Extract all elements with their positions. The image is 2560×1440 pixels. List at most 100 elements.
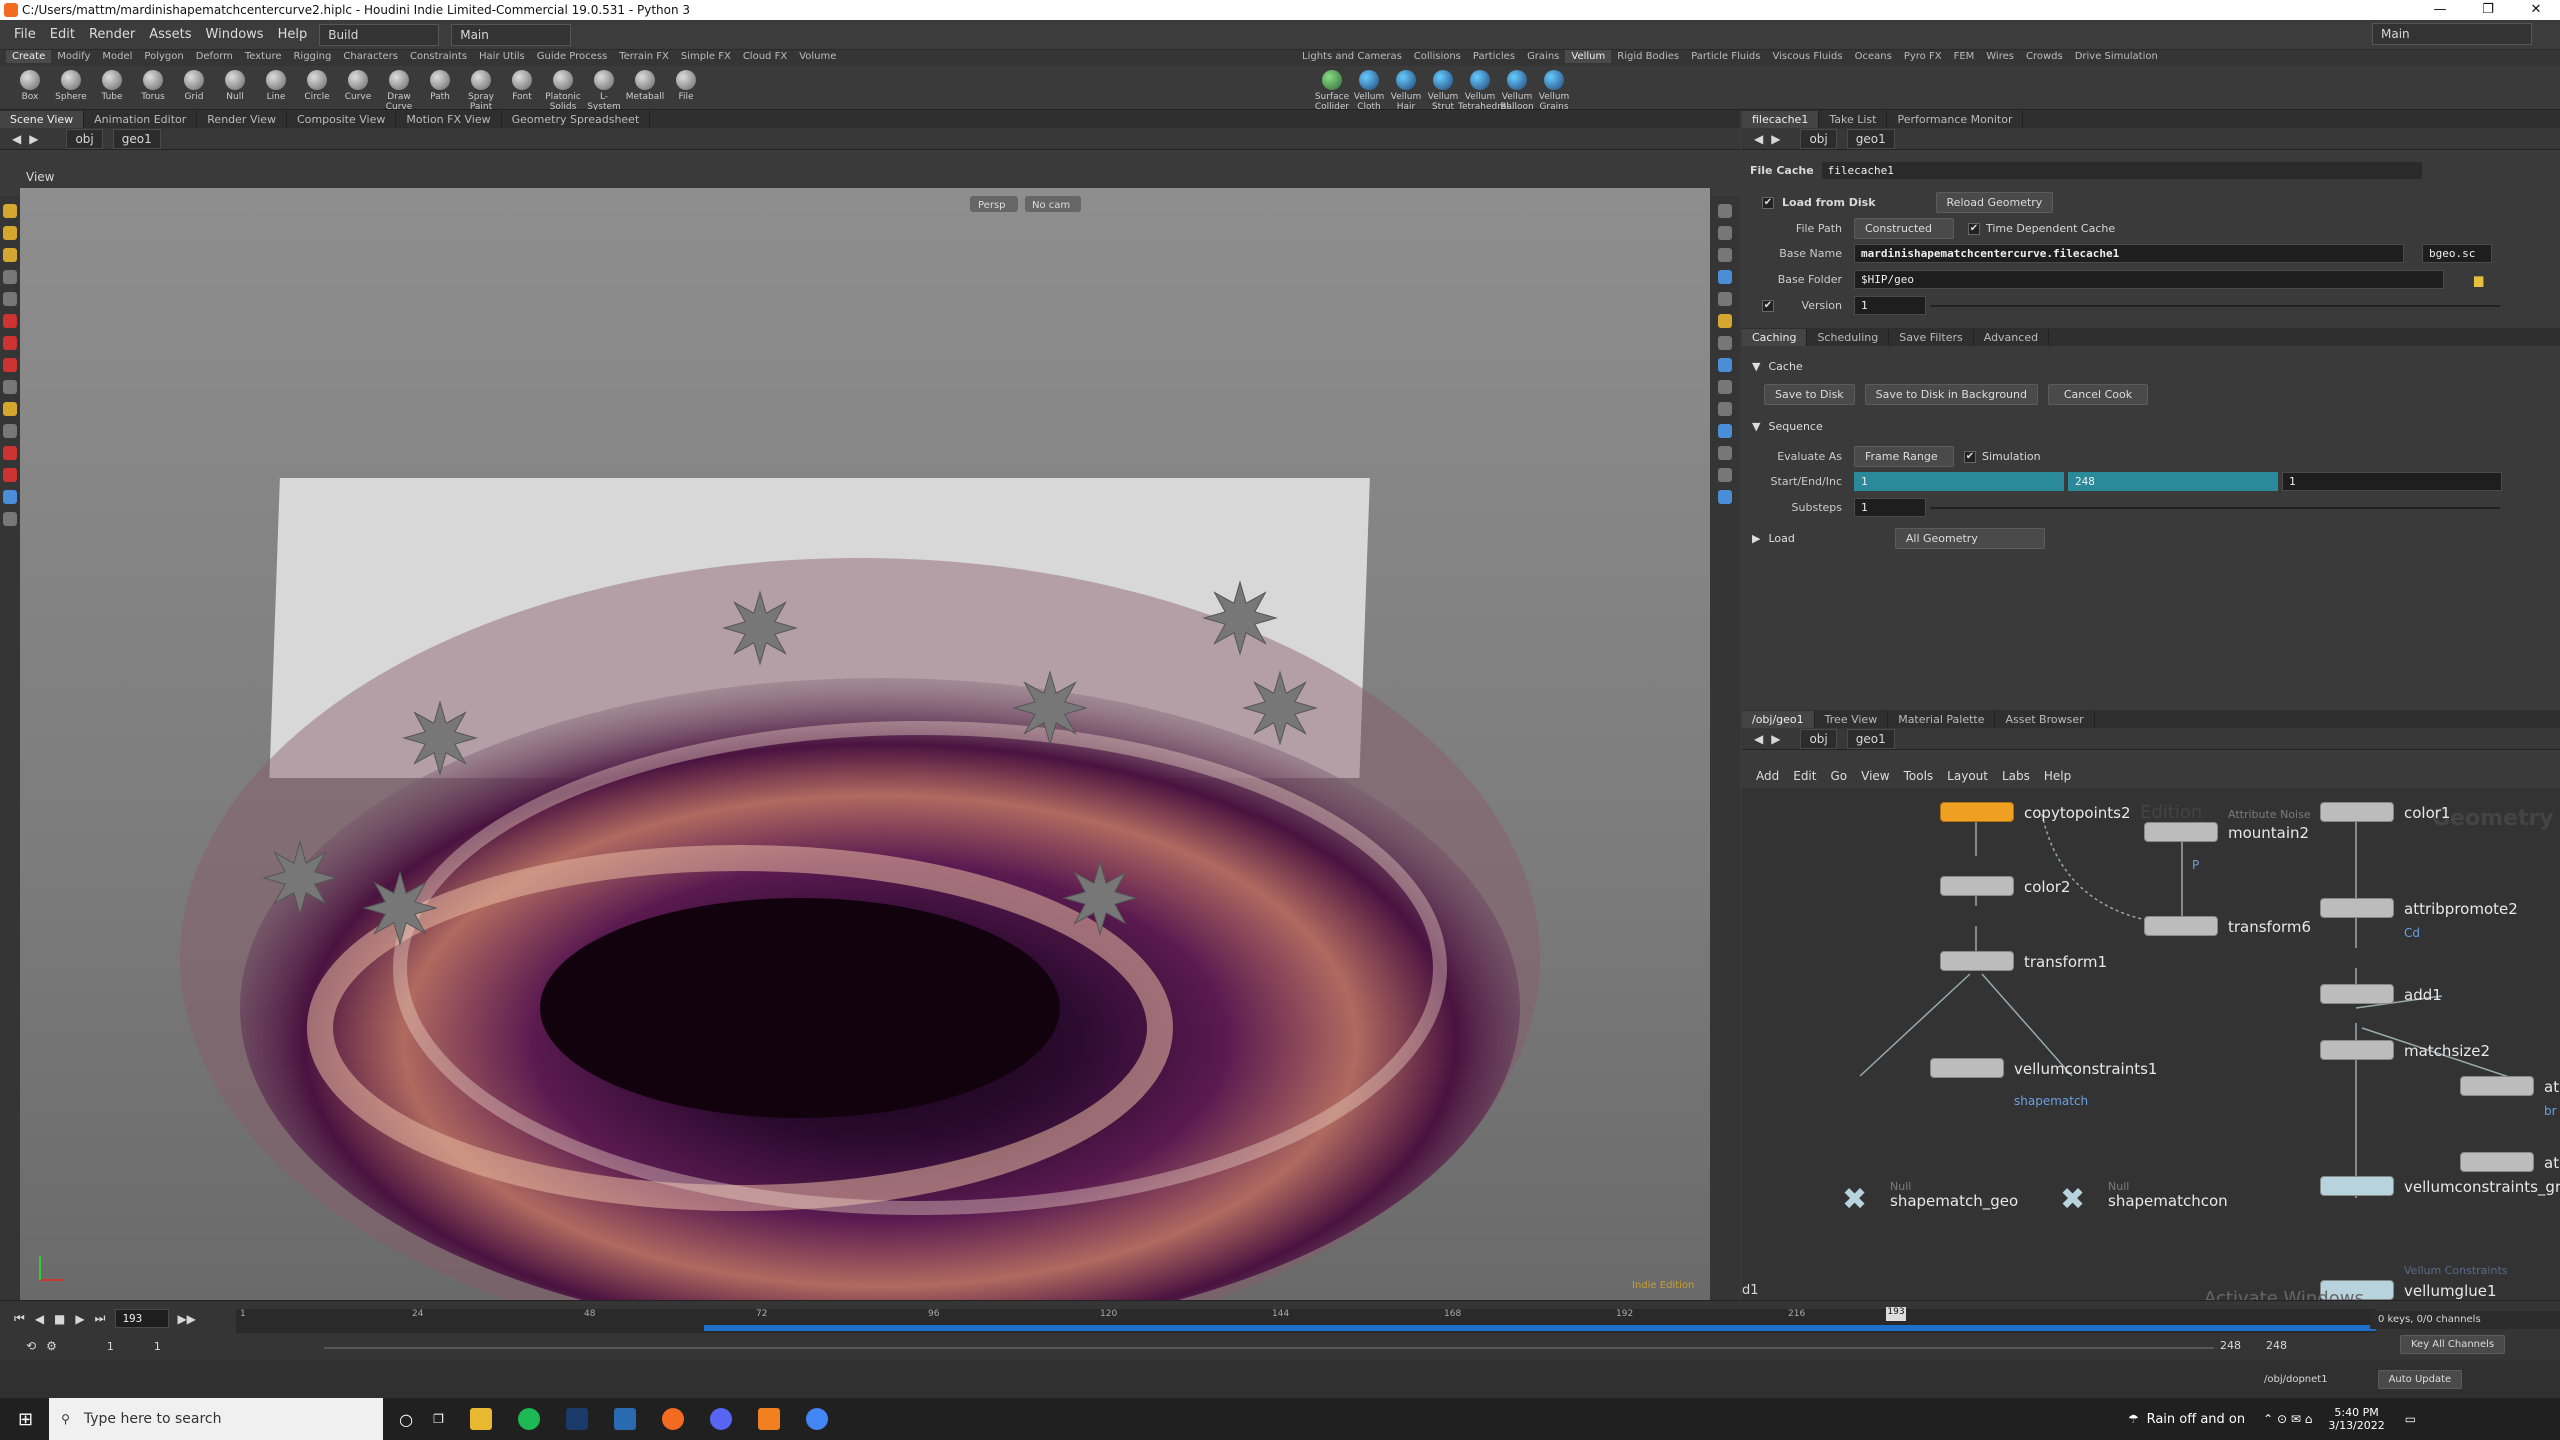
shelf-tab-r-5[interactable]: Rigid Bodies	[1611, 50, 1685, 63]
inc-field[interactable]: 1	[2282, 472, 2502, 491]
node-mountain2[interactable]: Attribute Noise mountain2 P	[2144, 808, 2311, 872]
network-menu-0[interactable]: Add	[1756, 769, 1779, 783]
normals-icon[interactable]	[1718, 336, 1732, 350]
shelf-tab-3[interactable]: Polygon	[138, 50, 189, 63]
network-menu-2[interactable]: Go	[1830, 769, 1847, 783]
brush-icon[interactable]	[3, 380, 17, 394]
load-section-arrow-icon[interactable]: ▶	[1752, 532, 1760, 545]
range-slider[interactable]	[324, 1347, 2214, 1349]
shelf-tab-14[interactable]: Volume	[793, 50, 842, 63]
node-copytopoints2[interactable]: copytopoints2	[1940, 802, 2131, 822]
scale-tool-icon[interactable]	[3, 314, 17, 328]
simulation-checkbox[interactable]: ✔	[1964, 450, 1976, 463]
shelf-tab-11[interactable]: Terrain FX	[613, 50, 675, 63]
dopnet-path[interactable]: /obj/dopnet1	[2264, 1374, 2328, 1385]
network-menu-7[interactable]: Help	[2044, 769, 2071, 783]
node-color2-tile[interactable]	[1940, 876, 2014, 896]
stop-icon[interactable]: ■	[54, 1312, 65, 1326]
node-vellumconstraints-grains-tile[interactable]	[2320, 1176, 2394, 1196]
shelf-tab-r-13[interactable]: Drive Simulation	[2069, 50, 2164, 63]
viewer-tab-0[interactable]: Scene View	[0, 110, 85, 128]
shelf-tool-1[interactable]: Sphere	[51, 70, 91, 102]
move-tool-icon[interactable]	[3, 226, 17, 240]
shelf-tool-7[interactable]: Circle	[297, 70, 337, 102]
param-path-geo[interactable]: geo1	[1846, 128, 1895, 149]
build-desktop-select[interactable]: Build	[319, 23, 440, 46]
range-start-field[interactable]: 1	[107, 1340, 114, 1353]
pose-tool-icon[interactable]	[3, 358, 17, 372]
node-transform1[interactable]: transform1	[1940, 951, 2107, 971]
node-attribpromote2[interactable]: attribpromote2 Cd	[2320, 898, 2518, 940]
cache-section-arrow-icon[interactable]: ▼	[1752, 360, 1760, 373]
weather-text[interactable]: Rain off and on	[2147, 1412, 2246, 1427]
shelf-tab-8[interactable]: Constraints	[404, 50, 473, 63]
version-field[interactable]: 1	[1854, 296, 1926, 315]
houdini-taskbar-icon[interactable]	[661, 1408, 684, 1430]
go-end-icon[interactable]: ⏭	[95, 1311, 106, 1326]
substeps-slider[interactable]	[1930, 506, 2500, 509]
path-geo[interactable]: geo1	[112, 128, 161, 149]
windows-start-icon[interactable]: ⊞	[18, 1409, 33, 1430]
guides-icon[interactable]	[1718, 490, 1732, 504]
evaluate-as-select[interactable]: Frame Range	[1854, 446, 1954, 467]
network-tab-0[interactable]: /obj/geo1	[1742, 710, 1815, 728]
version-checkbox[interactable]: ✔	[1762, 299, 1774, 312]
node-transform6-tile[interactable]	[2144, 916, 2218, 936]
node-copytopoints2-tile[interactable]	[1940, 802, 2014, 822]
shading-icon[interactable]	[1718, 270, 1732, 284]
shelf-tool-11[interactable]: Spray Paint	[461, 70, 501, 112]
file-path-select[interactable]: Constructed	[1854, 218, 1954, 239]
shelf-tab-12[interactable]: Simple FX	[675, 50, 737, 63]
back-arrow-icon[interactable]: ◀	[12, 132, 21, 146]
shelf-tab-r-9[interactable]: Pyro FX	[1898, 50, 1948, 63]
shelf-tab-1[interactable]: Modify	[51, 50, 96, 63]
handle-tool-icon[interactable]	[3, 336, 17, 350]
param-subtab-2[interactable]: Save Filters	[1889, 328, 1974, 346]
network-menu-1[interactable]: Edit	[1793, 769, 1816, 783]
node-add1-tile[interactable]	[2320, 984, 2394, 1004]
version-slider[interactable]	[1930, 304, 2500, 307]
shelf-tool-14[interactable]: L-System	[584, 70, 624, 112]
base-name-field[interactable]: mardinishapematchcentercurve.filecache1	[1854, 244, 2404, 263]
timeline-track[interactable]: 193 1 24 48 72 96 120 144 168 192 216	[236, 1307, 2376, 1333]
menu-render[interactable]: Render	[89, 27, 135, 42]
network-menu-3[interactable]: View	[1861, 769, 1889, 783]
shelf-tab-r-0[interactable]: Lights and Cameras	[1296, 50, 1408, 63]
base-folder-field[interactable]: $HIP/geo	[1854, 270, 2444, 289]
shelf-tab-5[interactable]: Texture	[239, 50, 288, 63]
node-color1-tile[interactable]	[2320, 802, 2394, 822]
tray-icons[interactable]: ⌃ ⊙ ✉ ⌂	[2263, 1412, 2312, 1426]
cancel-cook-button[interactable]: Cancel Cook	[2047, 384, 2148, 405]
node-mountain2-tile[interactable]	[2144, 822, 2218, 842]
shelf-tab-4[interactable]: Deform	[190, 50, 239, 63]
node-at-2-tile[interactable]	[2460, 1152, 2534, 1172]
shelf-tab-6[interactable]: Rigging	[287, 50, 337, 63]
shelf-tab-r-1[interactable]: Collisions	[1408, 50, 1467, 63]
param-tab-0[interactable]: filecache1	[1742, 110, 1820, 128]
display-options-icon[interactable]	[1718, 204, 1732, 218]
scene-viewport[interactable]: Persp No cam Indie Edition	[20, 188, 1710, 1300]
range-start2-field[interactable]: 1	[154, 1340, 161, 1353]
shelf-tab-r-4[interactable]: Vellum	[1565, 50, 1612, 63]
shelf-tool-4[interactable]: Grid	[174, 70, 214, 102]
viewer-tab-2[interactable]: Render View	[197, 110, 288, 128]
visibility-icon[interactable]	[1718, 358, 1732, 372]
node-matchsize2[interactable]: matchsize2	[2320, 1040, 2490, 1060]
main-desktop-select[interactable]: Main	[451, 23, 572, 46]
shelf-tab-r-7[interactable]: Viscous Fluids	[1766, 50, 1848, 63]
folder-icon[interactable]: ▆	[2474, 273, 2483, 287]
save-to-disk-button[interactable]: Save to Disk	[1764, 384, 1855, 405]
magnet-icon[interactable]	[3, 424, 17, 438]
view-tool-icon[interactable]	[3, 468, 17, 482]
node-color2[interactable]: color2	[1940, 876, 2070, 896]
lighting-icon[interactable]	[1718, 226, 1732, 240]
node-at-1[interactable]: at br	[2460, 1076, 2559, 1118]
clock[interactable]: 5:40 PM 3/13/2022	[2328, 1406, 2384, 1432]
viewer-tab-3[interactable]: Composite View	[287, 110, 397, 128]
shelf-tab-r-10[interactable]: FEM	[1948, 50, 1981, 63]
shelf-tool-9[interactable]: Draw Curve	[379, 70, 419, 112]
node-vellumconstraints1-tile[interactable]	[1930, 1058, 2004, 1078]
param-forward-icon[interactable]: ▶	[1771, 132, 1780, 146]
shelf-tab-r-11[interactable]: Wires	[1980, 50, 2020, 63]
menu-file[interactable]: File	[14, 27, 36, 42]
